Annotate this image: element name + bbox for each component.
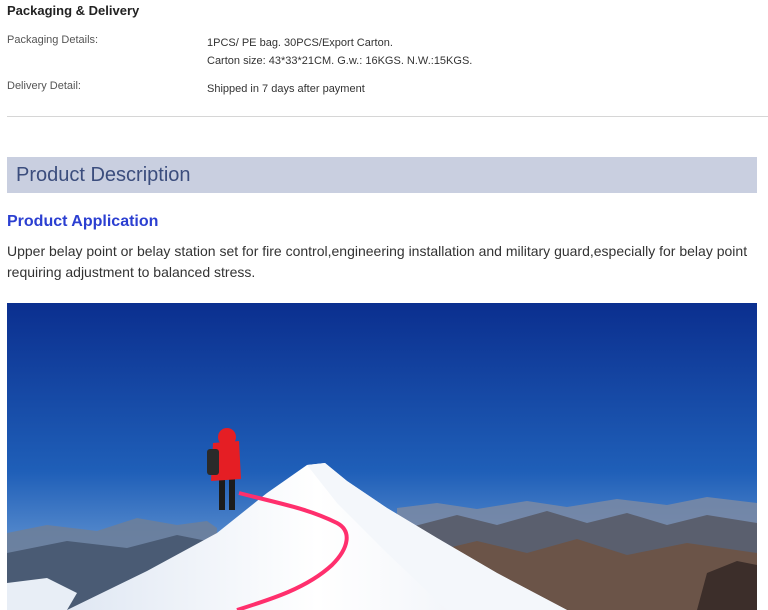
packaging-details-line2: Carton size: 43*33*21CM. G.w.: 16KGS. N.… xyxy=(207,55,473,67)
product-description-header: Product Description xyxy=(7,157,757,193)
packaging-details-line1: 1PCS/ PE bag. 30PCS/Export Carton. xyxy=(207,37,393,49)
delivery-detail-label: Delivery Detail: xyxy=(7,80,81,92)
delivery-detail-value: Shipped in 7 days after payment xyxy=(207,83,365,95)
product-application-photo xyxy=(7,303,757,610)
product-description-title: Product Description xyxy=(16,164,191,186)
section-divider xyxy=(7,116,768,117)
packaging-details-value: 1PCS/ PE bag. 30PCS/Export Carton. Carto… xyxy=(207,34,472,70)
product-application-text: Upper belay point or belay station set f… xyxy=(7,243,748,280)
product-application-title: Product Application xyxy=(7,213,159,230)
packaging-details-label: Packaging Details: xyxy=(7,34,99,46)
packaging-delivery-title: Packaging & Delivery xyxy=(7,3,140,18)
